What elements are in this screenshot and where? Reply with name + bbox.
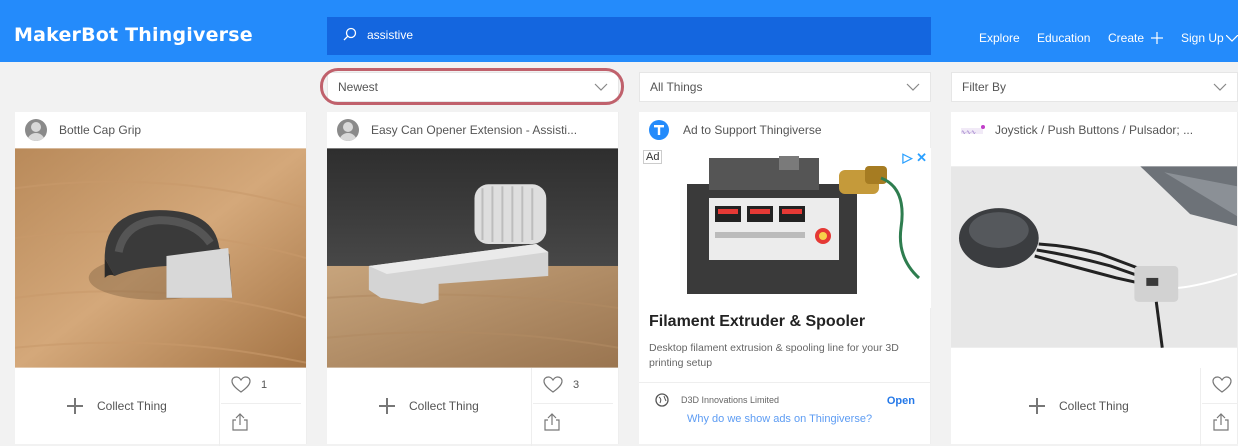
thing-title[interactable]: Joystick / Push Buttons / Pulsador; ... [995, 123, 1193, 137]
sort-dropdown-highlight [320, 68, 624, 105]
thing-card[interactable]: ∿∿∿ Joystick / Push Buttons / Pulsador; … [951, 112, 1238, 446]
nav-create[interactable]: Create [1108, 31, 1144, 45]
chevron-down-icon [1226, 35, 1238, 42]
type-dropdown[interactable]: All Things [639, 72, 931, 102]
plus-icon[interactable] [1151, 32, 1163, 44]
heart-icon [231, 376, 251, 393]
heart-icon [1212, 376, 1232, 393]
nav-explore[interactable]: Explore [979, 31, 1020, 45]
collect-label: Collect Thing [97, 399, 167, 413]
card-footer: Collect Thing 1 [15, 368, 306, 446]
nav-education[interactable]: Education [1037, 31, 1090, 45]
svg-text:∿∿∿: ∿∿∿ [961, 129, 976, 136]
thing-image[interactable] [15, 148, 306, 368]
globe-icon [655, 393, 669, 407]
chevron-down-icon [1213, 83, 1227, 91]
thing-title[interactable]: Easy Can Opener Extension - Assisti... [371, 123, 577, 137]
collect-thing-button[interactable]: Collect Thing [327, 368, 532, 446]
ad-open-button[interactable]: Open [887, 395, 915, 407]
search-input[interactable]: assistive [327, 17, 931, 55]
heart-icon [543, 376, 563, 393]
ad-advertiser: D3D Innovations Limited [681, 395, 780, 405]
thing-title[interactable]: Bottle Cap Grip [59, 123, 141, 137]
search-icon [343, 27, 357, 41]
ad-header: Ad to Support Thingiverse [639, 112, 930, 148]
avatar[interactable] [337, 119, 359, 141]
ad-card[interactable]: Ad to Support Thingiverse Ad ▷ ✕ Filamen… [639, 112, 931, 444]
share-icon [232, 413, 248, 431]
card-footer: Collect Thing 3 [327, 368, 618, 446]
ad-description: Desktop filament extrusion & spooling li… [649, 342, 899, 369]
thing-card[interactable]: Bottle Cap Grip Collect Thing 1 [15, 112, 307, 446]
card-footer: Collect Thing [951, 368, 1238, 446]
thingiverse-t-icon [649, 120, 669, 140]
thing-image[interactable] [951, 166, 1237, 348]
collect-label: Collect Thing [1059, 399, 1129, 413]
filter-dropdown[interactable]: Filter By [951, 72, 1238, 102]
like-count: 3 [573, 379, 580, 391]
type-value: All Things [650, 80, 703, 94]
ad-choices-icon[interactable]: ▷ ✕ [902, 150, 927, 166]
collect-thing-button[interactable]: Collect Thing [951, 368, 1201, 446]
ad-headline[interactable]: Filament Extruder & Spooler [649, 313, 865, 331]
search-value: assistive [367, 28, 414, 42]
like-button[interactable]: 1 [221, 368, 301, 404]
ad-footer: D3D Innovations Limited Open Why do we s… [639, 382, 930, 430]
filter-value: Filter By [962, 80, 1007, 94]
thing-card[interactable]: Easy Can Opener Extension - Assisti... C… [327, 112, 619, 446]
like-count: 1 [261, 379, 268, 391]
ad-why-link[interactable]: Why do we show ads on Thingiverse? [687, 413, 872, 425]
avatar[interactable] [25, 119, 47, 141]
share-button[interactable] [1202, 404, 1238, 446]
chevron-down-icon [906, 83, 920, 91]
ad-header-text: Ad to Support Thingiverse [683, 123, 822, 137]
nav-sign-up[interactable]: Sign Up [1181, 31, 1224, 45]
share-button[interactable] [221, 404, 301, 446]
share-button[interactable] [533, 404, 613, 446]
plus-icon [1029, 398, 1045, 414]
like-button[interactable] [1202, 368, 1238, 404]
collect-thing-button[interactable]: Collect Thing [15, 368, 220, 446]
card-header: ∿∿∿ Joystick / Push Buttons / Pulsador; … [951, 112, 1237, 148]
share-icon [1213, 413, 1229, 431]
plus-icon [379, 398, 395, 414]
like-button[interactable]: 3 [533, 368, 613, 404]
collect-label: Collect Thing [409, 399, 479, 413]
ad-badge: Ad [643, 150, 663, 164]
top-navigation-bar: MakerBot Thingiverse assistive Explore E… [0, 0, 1238, 62]
plus-icon [67, 398, 83, 414]
thingiverse-logo[interactable]: MakerBot Thingiverse [14, 24, 253, 46]
share-icon [544, 413, 560, 431]
ad-image[interactable]: Ad ▷ ✕ [639, 148, 931, 308]
card-header: Bottle Cap Grip [15, 112, 306, 148]
thing-image[interactable] [327, 148, 618, 368]
card-header: Easy Can Opener Extension - Assisti... [327, 112, 618, 148]
creator-logo[interactable]: ∿∿∿ [961, 122, 987, 138]
